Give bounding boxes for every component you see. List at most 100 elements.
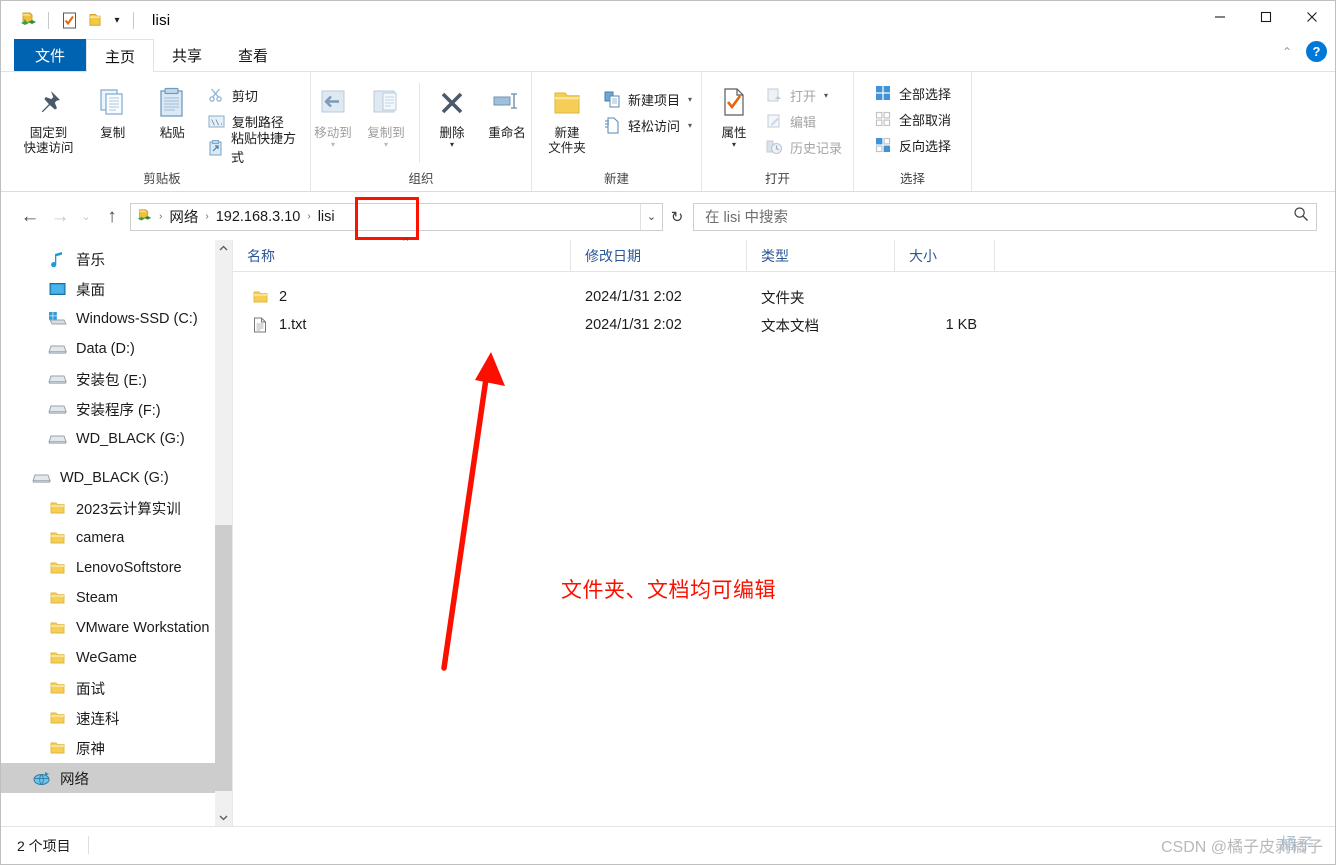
breadcrumb-lisi[interactable]: lisi (313, 209, 340, 225)
back-button[interactable]: ← (15, 202, 45, 232)
sidebar-item-2[interactable]: Windows-SSD (C:) (1, 304, 232, 334)
organize-group-caption: 组织 (408, 172, 434, 186)
easy-access-dropdown-caret[interactable]: ▾ (688, 121, 692, 130)
properties-button[interactable]: 属性 ▾ (708, 79, 760, 149)
open-button[interactable]: 打开 ▾ (760, 83, 847, 107)
open-dropdown-caret[interactable]: ▾ (824, 91, 828, 100)
collapse-ribbon-button[interactable]: ⌃ (1278, 45, 1296, 59)
move-to-caret[interactable]: ▾ (331, 141, 335, 149)
sidebar-item-17[interactable]: 网络 (1, 763, 232, 793)
tab-share[interactable]: 共享 (154, 39, 220, 72)
move-to-button[interactable]: 移动到 ▾ (307, 79, 360, 149)
minimize-button[interactable] (1197, 1, 1243, 32)
address-breadcrumb-bar[interactable]: › 网络 › 192.168.3.10 › lisi ⌄ (130, 202, 663, 231)
recent-locations-button[interactable]: ⌄ (75, 202, 97, 232)
sidebar-item-3[interactable]: Data (D:) (1, 334, 232, 364)
qat-dropdown-chevron[interactable]: ▾ (108, 10, 126, 30)
table-row[interactable]: 1.txt 2024/1/31 2:02 文本文档 1 KB (233, 311, 1335, 339)
history-icon (765, 138, 784, 157)
history-button[interactable]: 历史记录 (760, 135, 847, 159)
address-dropdown-button[interactable]: ⌄ (640, 203, 662, 230)
sidebar-item-8[interactable]: 2023云计算实训 (1, 493, 232, 523)
easy-access-button[interactable]: 轻松访问 ▾ (598, 113, 697, 137)
sidebar-item-label: camera (76, 530, 125, 546)
maximize-button[interactable] (1243, 1, 1289, 32)
select-small-buttons: 全部选择 全部取消 反向选择 (869, 79, 956, 157)
select-none-button[interactable]: 全部取消 (869, 107, 956, 131)
network-folder-icon[interactable] (15, 8, 41, 32)
paste-shortcut-button[interactable]: 粘贴快捷方式 (202, 131, 310, 165)
column-header-date[interactable]: 修改日期 (571, 239, 747, 272)
new-folder-big-icon (550, 82, 584, 124)
sidebar-item-12[interactable]: VMware Workstation (1, 613, 232, 643)
pin-to-quick-access-button[interactable]: 固定到 快速访问 (14, 79, 83, 156)
title-bar: ▾ lisi (1, 1, 1335, 39)
sidebar-item-16[interactable]: 原神 (1, 733, 232, 763)
close-button[interactable] (1289, 1, 1335, 32)
navigation-scrollbar[interactable] (215, 240, 232, 826)
copy-to-button[interactable]: 复制到 ▾ (360, 79, 413, 149)
properties-icon[interactable] (56, 8, 82, 32)
breadcrumb-ip[interactable]: 192.168.3.10 (211, 209, 306, 225)
delete-button[interactable]: 删除 ▾ (426, 79, 479, 149)
copy-button[interactable]: 复制 (83, 79, 142, 141)
tab-view[interactable]: 查看 (220, 39, 286, 72)
sidebar-item-5[interactable]: 安装程序 (F:) (1, 394, 232, 424)
pin-to-quick-access-label: 固定到 快速访问 (23, 126, 74, 155)
search-input[interactable]: 在 lisi 中搜索 (705, 206, 788, 227)
address-bar-row: ← → ⌄ ↑ › 网络 › 192.168.3.10 › lisi ⌄ ↻ 在… (1, 193, 1335, 240)
sidebar-item-11[interactable]: Steam (1, 583, 232, 613)
sidebar-item-13[interactable]: WeGame (1, 643, 232, 673)
select-all-button[interactable]: 全部选择 (869, 81, 956, 105)
file-explorer-window: ▾ lisi 文件 主页 共享 查看 ⌃ ? 固定到 快速访问 复制 粘贴 剪切… (0, 0, 1336, 865)
delete-caret[interactable]: ▾ (450, 141, 454, 149)
up-button[interactable]: ↑ (97, 202, 127, 232)
table-row[interactable]: 2 2024/1/31 2:02 文件夹 (233, 283, 1335, 311)
window-title: lisi (152, 11, 171, 29)
tab-home[interactable]: 主页 (86, 39, 155, 73)
search-icon[interactable] (1293, 206, 1309, 227)
invert-selection-button[interactable]: 反向选择 (869, 133, 956, 157)
drive-icon (47, 400, 67, 418)
navigation-scrollbar-thumb[interactable] (215, 525, 232, 791)
breadcrumb-network[interactable]: 网络 (164, 206, 203, 227)
sidebar-item-14[interactable]: 面试 (1, 673, 232, 703)
search-box[interactable]: 在 lisi 中搜索 (693, 202, 1317, 231)
sidebar-item-1[interactable]: 桌面 (1, 274, 232, 304)
breadcrumb-separator-0[interactable]: › (157, 211, 164, 222)
sidebar-item-4[interactable]: 安装包 (E:) (1, 364, 232, 394)
sidebar-item-7[interactable]: WD_BLACK (G:) (1, 463, 232, 493)
paste-button[interactable]: 粘贴 (142, 79, 201, 141)
new-folder-icon[interactable] (82, 8, 108, 32)
rename-button[interactable]: 重命名 (479, 79, 536, 141)
edit-button[interactable]: 编辑 (760, 109, 847, 133)
breadcrumb-separator-2[interactable]: › (305, 211, 312, 222)
new-item-dropdown-caret[interactable]: ▾ (688, 95, 692, 104)
properties-caret[interactable]: ▾ (732, 141, 736, 149)
open-icon (765, 86, 784, 105)
sidebar-item-15[interactable]: 速连科 (1, 703, 232, 733)
history-label: 历史记录 (789, 140, 842, 156)
help-button[interactable]: ? (1306, 41, 1327, 62)
tab-file[interactable]: 文件 (14, 39, 87, 72)
forward-button[interactable]: → (45, 202, 75, 232)
select-all-label: 全部选择 (898, 86, 951, 102)
scroll-down-arrow[interactable] (215, 809, 232, 826)
breadcrumb-separator-1[interactable]: › (203, 211, 210, 222)
sidebar-item-9[interactable]: camera (1, 523, 232, 553)
new-item-button[interactable]: 新建项目 ▾ (598, 87, 697, 111)
column-header-type[interactable]: 类型 (747, 239, 895, 272)
address-dropdown-area: ⌄ (640, 203, 662, 230)
paste-shortcut-label: 粘贴快捷方式 (230, 131, 296, 165)
sidebar-item-0[interactable]: 音乐 (1, 244, 232, 274)
scroll-up-arrow[interactable] (215, 240, 232, 257)
refresh-button[interactable]: ↻ (663, 203, 691, 231)
column-header-size[interactable]: 大小 (895, 239, 995, 272)
cut-button[interactable]: 剪切 (202, 83, 310, 107)
new-folder-button[interactable]: 新建 文件夹 (536, 79, 598, 156)
sidebar-item-10[interactable]: LenovoSoftstore (1, 553, 232, 583)
file-name-cell[interactable]: 1.txt (233, 316, 571, 334)
sidebar-item-6[interactable]: WD_BLACK (G:) (1, 424, 232, 454)
copy-to-caret[interactable]: ▾ (384, 141, 388, 149)
file-name-cell[interactable]: 2 (233, 288, 571, 306)
